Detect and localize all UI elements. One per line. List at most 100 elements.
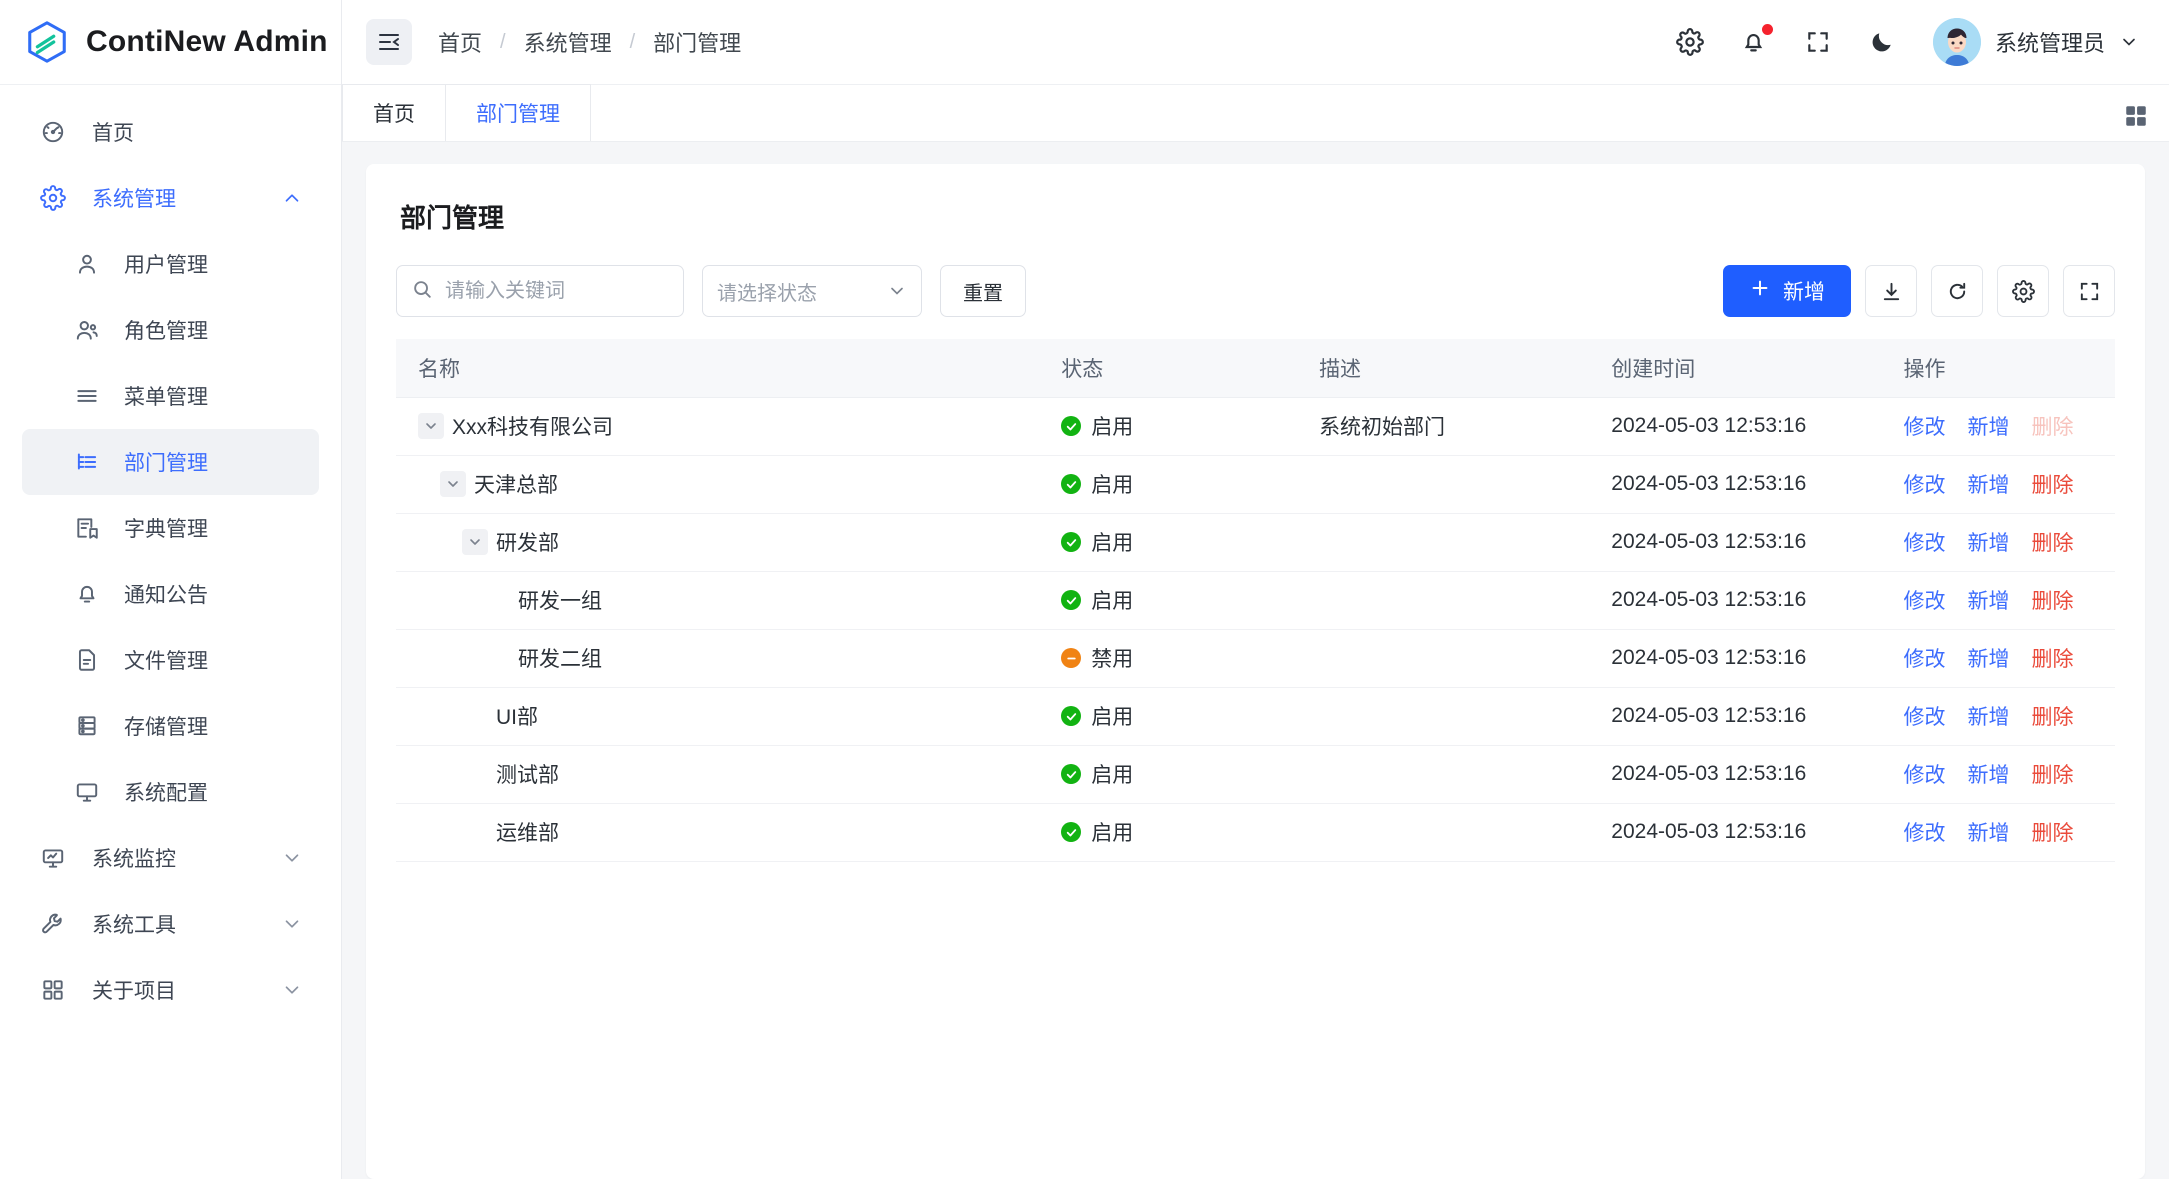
sidebar-item-8[interactable]: 文件管理 xyxy=(22,627,319,693)
sidebar-item-5[interactable]: 部门管理 xyxy=(22,429,319,495)
sidebar-item-label: 系统管理 xyxy=(92,183,176,213)
fullscreen-icon[interactable] xyxy=(1801,25,1835,59)
delete-link[interactable]: 删除 xyxy=(2032,701,2074,731)
brand[interactable]: ContiNew Admin xyxy=(0,0,341,85)
edit-link[interactable]: 修改 xyxy=(1904,469,1946,499)
tab-1[interactable]: 部门管理 xyxy=(446,84,591,141)
delete-link[interactable]: 删除 xyxy=(2032,817,2074,847)
add-child-link[interactable]: 新增 xyxy=(1968,469,2010,499)
sidebar-item-12[interactable]: 系统工具 xyxy=(22,891,319,957)
cell-status: 启用 xyxy=(1049,397,1307,455)
edit-link[interactable]: 修改 xyxy=(1904,527,1946,557)
edit-link[interactable]: 修改 xyxy=(1904,411,1946,441)
dept-name: 研发二组 xyxy=(518,643,602,673)
reset-button[interactable]: 重置 xyxy=(940,265,1026,317)
status-filter-select[interactable]: 请选择状态 xyxy=(702,265,922,317)
table-row[interactable]: 研发部启用2024-05-03 12:53:16修改新增删除 xyxy=(396,513,2115,571)
add-child-link[interactable]: 新增 xyxy=(1968,759,2010,789)
chevron-down-icon[interactable] xyxy=(2119,32,2139,52)
table-row[interactable]: 研发二组禁用2024-05-03 12:53:16修改新增删除 xyxy=(396,629,2115,687)
edit-link[interactable]: 修改 xyxy=(1904,759,1946,789)
sidebar-item-11[interactable]: 系统监控 xyxy=(22,825,319,891)
cell-description xyxy=(1307,687,1599,745)
cell-operations: 修改新增删除 xyxy=(1892,455,2116,513)
grid-view-icon[interactable] xyxy=(2123,103,2149,129)
tree-expand-toggle[interactable] xyxy=(418,413,444,439)
search-input[interactable] xyxy=(396,265,684,317)
cell-name: 研发二组 xyxy=(396,629,1049,687)
sidebar-item-9[interactable]: 存储管理 xyxy=(22,693,319,759)
chevron-down-icon[interactable] xyxy=(281,979,303,1001)
sidebar-item-6[interactable]: 字典管理 xyxy=(22,495,319,561)
chevron-down-icon[interactable] xyxy=(887,281,907,301)
wrench-icon xyxy=(36,911,70,937)
table-row[interactable]: 天津总部启用2024-05-03 12:53:16修改新增删除 xyxy=(396,455,2115,513)
refresh-icon[interactable] xyxy=(1931,265,1983,317)
delete-link[interactable]: 删除 xyxy=(2032,585,2074,615)
delete-link[interactable]: 删除 xyxy=(2032,527,2074,557)
search-field[interactable] xyxy=(445,280,669,303)
add-child-link[interactable]: 新增 xyxy=(1968,585,2010,615)
edit-link[interactable]: 修改 xyxy=(1904,585,1946,615)
sidebar-item-label: 角色管理 xyxy=(124,315,208,345)
sidebar-item-7[interactable]: 通知公告 xyxy=(22,561,319,627)
table-row[interactable]: 测试部启用2024-05-03 12:53:16修改新增删除 xyxy=(396,745,2115,803)
add-child-link[interactable]: 新增 xyxy=(1968,817,2010,847)
cell-name: UI部 xyxy=(396,687,1049,745)
breadcrumb-item-1[interactable]: 系统管理 xyxy=(524,26,612,58)
bell-icon[interactable] xyxy=(1737,25,1771,59)
sidebar-item-label: 关于项目 xyxy=(92,975,176,1005)
add-child-link[interactable]: 新增 xyxy=(1968,643,2010,673)
page-title: 部门管理 xyxy=(400,198,2115,235)
edit-link[interactable]: 修改 xyxy=(1904,643,1946,673)
edit-link[interactable]: 修改 xyxy=(1904,817,1946,847)
gear-icon[interactable] xyxy=(1673,25,1707,59)
fullscreen-icon[interactable] xyxy=(2063,265,2115,317)
dept-card: 部门管理 请选择状态 xyxy=(366,164,2145,1179)
sidebar-item-3[interactable]: 角色管理 xyxy=(22,297,319,363)
tree-expand-toggle[interactable] xyxy=(440,471,466,497)
tree-expand-toggle[interactable] xyxy=(462,529,488,555)
chevron-up-icon[interactable] xyxy=(281,187,303,209)
delete-link[interactable]: 删除 xyxy=(2032,643,2074,673)
status-badge: 启用 xyxy=(1091,759,1133,789)
table-row[interactable]: Xxx科技有限公司启用系统初始部门2024-05-03 12:53:16修改新增… xyxy=(396,397,2115,455)
menu-fold-icon[interactable] xyxy=(366,19,412,65)
add-child-link[interactable]: 新增 xyxy=(1968,411,2010,441)
topbar-actions: 系统管理员 xyxy=(1673,18,2139,66)
tab-0[interactable]: 首页 xyxy=(342,84,446,141)
user-icon xyxy=(70,251,104,277)
cell-name: Xxx科技有限公司 xyxy=(396,397,1049,455)
add-button[interactable]: 新增 xyxy=(1723,265,1851,317)
dictionary-icon xyxy=(70,515,104,541)
sidebar-item-0[interactable]: 首页 xyxy=(22,99,319,165)
table-row[interactable]: UI部启用2024-05-03 12:53:16修改新增删除 xyxy=(396,687,2115,745)
table-head: 名称状态描述创建时间操作 xyxy=(396,339,2115,397)
add-child-link[interactable]: 新增 xyxy=(1968,527,2010,557)
sidebar-item-13[interactable]: 关于项目 xyxy=(22,957,319,1023)
chevron-down-icon[interactable] xyxy=(281,913,303,935)
edit-link[interactable]: 修改 xyxy=(1904,701,1946,731)
moon-icon[interactable] xyxy=(1865,25,1899,59)
sidebar-item-1[interactable]: 系统管理 xyxy=(22,165,319,231)
dept-name: Xxx科技有限公司 xyxy=(452,411,613,441)
hexagon-logo-icon xyxy=(24,19,70,65)
sidebar-item-2[interactable]: 用户管理 xyxy=(22,231,319,297)
delete-link[interactable]: 删除 xyxy=(2032,469,2074,499)
column-header-4: 操作 xyxy=(1892,339,2116,397)
download-icon[interactable] xyxy=(1865,265,1917,317)
delete-link[interactable]: 删除 xyxy=(2032,759,2074,789)
sidebar-item-10[interactable]: 系统配置 xyxy=(22,759,319,825)
table-row[interactable]: 研发一组启用2024-05-03 12:53:16修改新增删除 xyxy=(396,571,2115,629)
search-icon xyxy=(411,278,433,305)
chevron-down-icon[interactable] xyxy=(281,847,303,869)
gear-icon[interactable] xyxy=(1997,265,2049,317)
breadcrumb-item-0[interactable]: 首页 xyxy=(438,26,482,58)
table-row[interactable]: 运维部启用2024-05-03 12:53:16修改新增删除 xyxy=(396,803,2115,861)
breadcrumb-item-2[interactable]: 部门管理 xyxy=(653,26,741,58)
status-enabled-icon xyxy=(1061,764,1081,784)
user-menu[interactable]: 系统管理员 xyxy=(1933,18,2139,66)
status-enabled-icon xyxy=(1061,590,1081,610)
add-child-link[interactable]: 新增 xyxy=(1968,701,2010,731)
sidebar-item-4[interactable]: 菜单管理 xyxy=(22,363,319,429)
